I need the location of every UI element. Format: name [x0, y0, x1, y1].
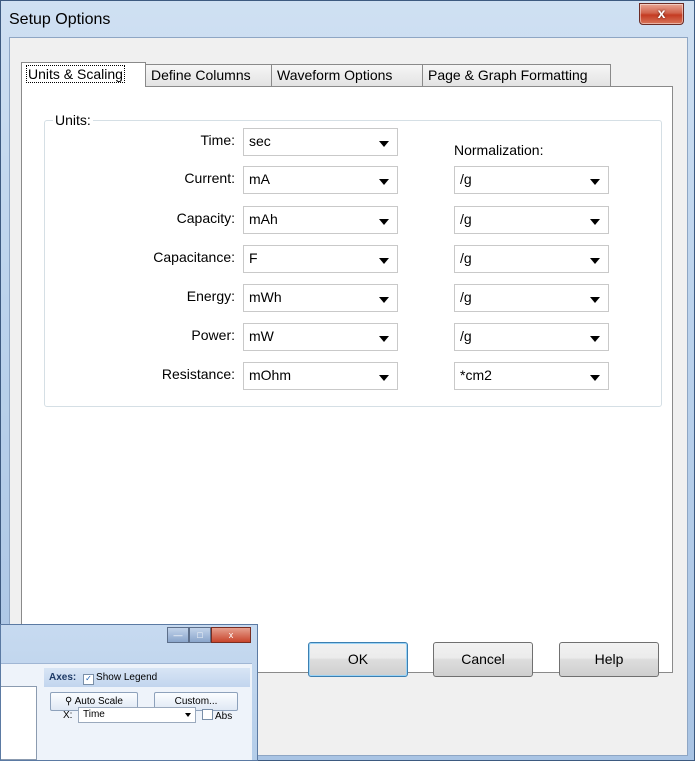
energy-normalization-select[interactable]: /g	[454, 284, 609, 312]
dropdown-arrow-icon	[379, 141, 389, 147]
ok-button[interactable]: OK	[308, 642, 408, 677]
cancel-button[interactable]: Cancel	[433, 642, 533, 677]
units-groupbox: Units: Normalization: Time: sec Current:…	[44, 112, 662, 407]
dropdown-arrow-icon	[379, 219, 389, 225]
energy-label: Energy:	[186, 288, 235, 304]
maximize-icon[interactable]: □	[189, 627, 211, 643]
dropdown-arrow-icon	[590, 179, 600, 185]
normalization-label: Normalization:	[454, 142, 544, 158]
dropdown-arrow-icon	[185, 713, 191, 717]
current-unit-value: mA	[249, 171, 270, 187]
power-normalization-select[interactable]: /g	[454, 323, 609, 351]
current-label: Current:	[184, 170, 235, 186]
close-icon: x	[657, 5, 666, 21]
capacitance-label: Capacitance:	[153, 249, 235, 265]
help-button[interactable]: Help	[559, 642, 659, 677]
tab-label: Page & Graph Formatting	[428, 67, 588, 83]
abs-checkbox[interactable]	[202, 709, 213, 720]
background-close-icon[interactable]: x	[211, 627, 251, 643]
dropdown-arrow-icon	[379, 179, 389, 185]
dropdown-arrow-icon	[379, 336, 389, 342]
tab-page-graph-formatting[interactable]: Page & Graph Formatting	[422, 64, 611, 86]
minimize-icon[interactable]: —	[167, 627, 189, 643]
dropdown-arrow-icon	[379, 375, 389, 381]
current-normalization-select[interactable]: /g	[454, 166, 609, 194]
capacitance-unit-select[interactable]: F	[243, 245, 398, 273]
x-axis-label: X:	[63, 710, 73, 721]
capacity-unit-select[interactable]: mAh	[243, 206, 398, 234]
resistance-label: Resistance:	[161, 366, 235, 382]
capacitance-unit-value: F	[249, 250, 258, 266]
resistance-unit-value: mOhm	[249, 367, 291, 383]
dropdown-arrow-icon	[379, 258, 389, 264]
dropdown-arrow-icon	[590, 297, 600, 303]
background-app-window[interactable]: — □ x Axes: ✓ Show Legend ⚲ Auto Scale Cu…	[0, 624, 258, 761]
units-group-label: Units:	[53, 112, 93, 128]
capacity-unit-value: mAh	[249, 211, 278, 227]
current-normalization-value: /g	[460, 171, 472, 187]
tab-label: Units & Scaling	[26, 65, 125, 83]
capacitance-normalization-select[interactable]: /g	[454, 245, 609, 273]
current-unit-select[interactable]: mA	[243, 166, 398, 194]
dropdown-arrow-icon	[379, 297, 389, 303]
power-unit-value: mW	[249, 328, 274, 344]
energy-unit-value: mWh	[249, 289, 282, 305]
abs-option[interactable]: Abs	[202, 709, 232, 722]
time-unit-value: sec	[249, 133, 271, 149]
show-legend-label: Show Legend	[96, 672, 158, 683]
dropdown-arrow-icon	[590, 219, 600, 225]
energy-normalization-value: /g	[460, 289, 472, 305]
power-normalization-value: /g	[460, 328, 472, 344]
resistance-normalization-select[interactable]: *cm2	[454, 362, 609, 390]
time-unit-select[interactable]: sec	[243, 128, 398, 156]
axes-header: Axes: ✓ Show Legend	[44, 668, 250, 687]
capacity-normalization-value: /g	[460, 211, 472, 227]
capacity-label: Capacity:	[176, 210, 235, 226]
dropdown-arrow-icon	[590, 336, 600, 342]
dialog-title: Setup Options	[9, 11, 111, 28]
title-bar[interactable]: Setup Options x	[1, 1, 694, 37]
tab-label: Define Columns	[151, 67, 251, 83]
abs-label: Abs	[215, 711, 233, 722]
time-label: Time:	[200, 132, 235, 148]
dropdown-arrow-icon	[590, 258, 600, 264]
resistance-normalization-value: *cm2	[460, 367, 492, 383]
energy-unit-select[interactable]: mWh	[243, 284, 398, 312]
units-scaling-panel: Units: Normalization: Time: sec Current:…	[21, 86, 673, 673]
x-axis-select[interactable]: Time	[78, 707, 196, 723]
background-graph-area	[1, 686, 37, 760]
dropdown-arrow-icon	[590, 375, 600, 381]
tab-waveform-options[interactable]: Waveform Options	[271, 64, 423, 86]
tab-label: Waveform Options	[277, 67, 393, 83]
axes-label: Axes:	[49, 672, 77, 683]
power-label: Power:	[191, 327, 235, 343]
capacity-normalization-select[interactable]: /g	[454, 206, 609, 234]
tab-define-columns[interactable]: Define Columns	[145, 64, 272, 86]
magnifier-icon: ⚲	[65, 696, 73, 707]
capacitance-normalization-value: /g	[460, 250, 472, 266]
x-axis-value: Time	[83, 709, 105, 720]
power-unit-select[interactable]: mW	[243, 323, 398, 351]
auto-scale-label: Auto Scale	[74, 696, 123, 707]
tab-units-scaling[interactable]: Units & Scaling	[21, 62, 146, 87]
close-button[interactable]: x	[639, 3, 684, 25]
resistance-unit-select[interactable]: mOhm	[243, 362, 398, 390]
show-legend-checkbox[interactable]: ✓	[83, 674, 95, 685]
